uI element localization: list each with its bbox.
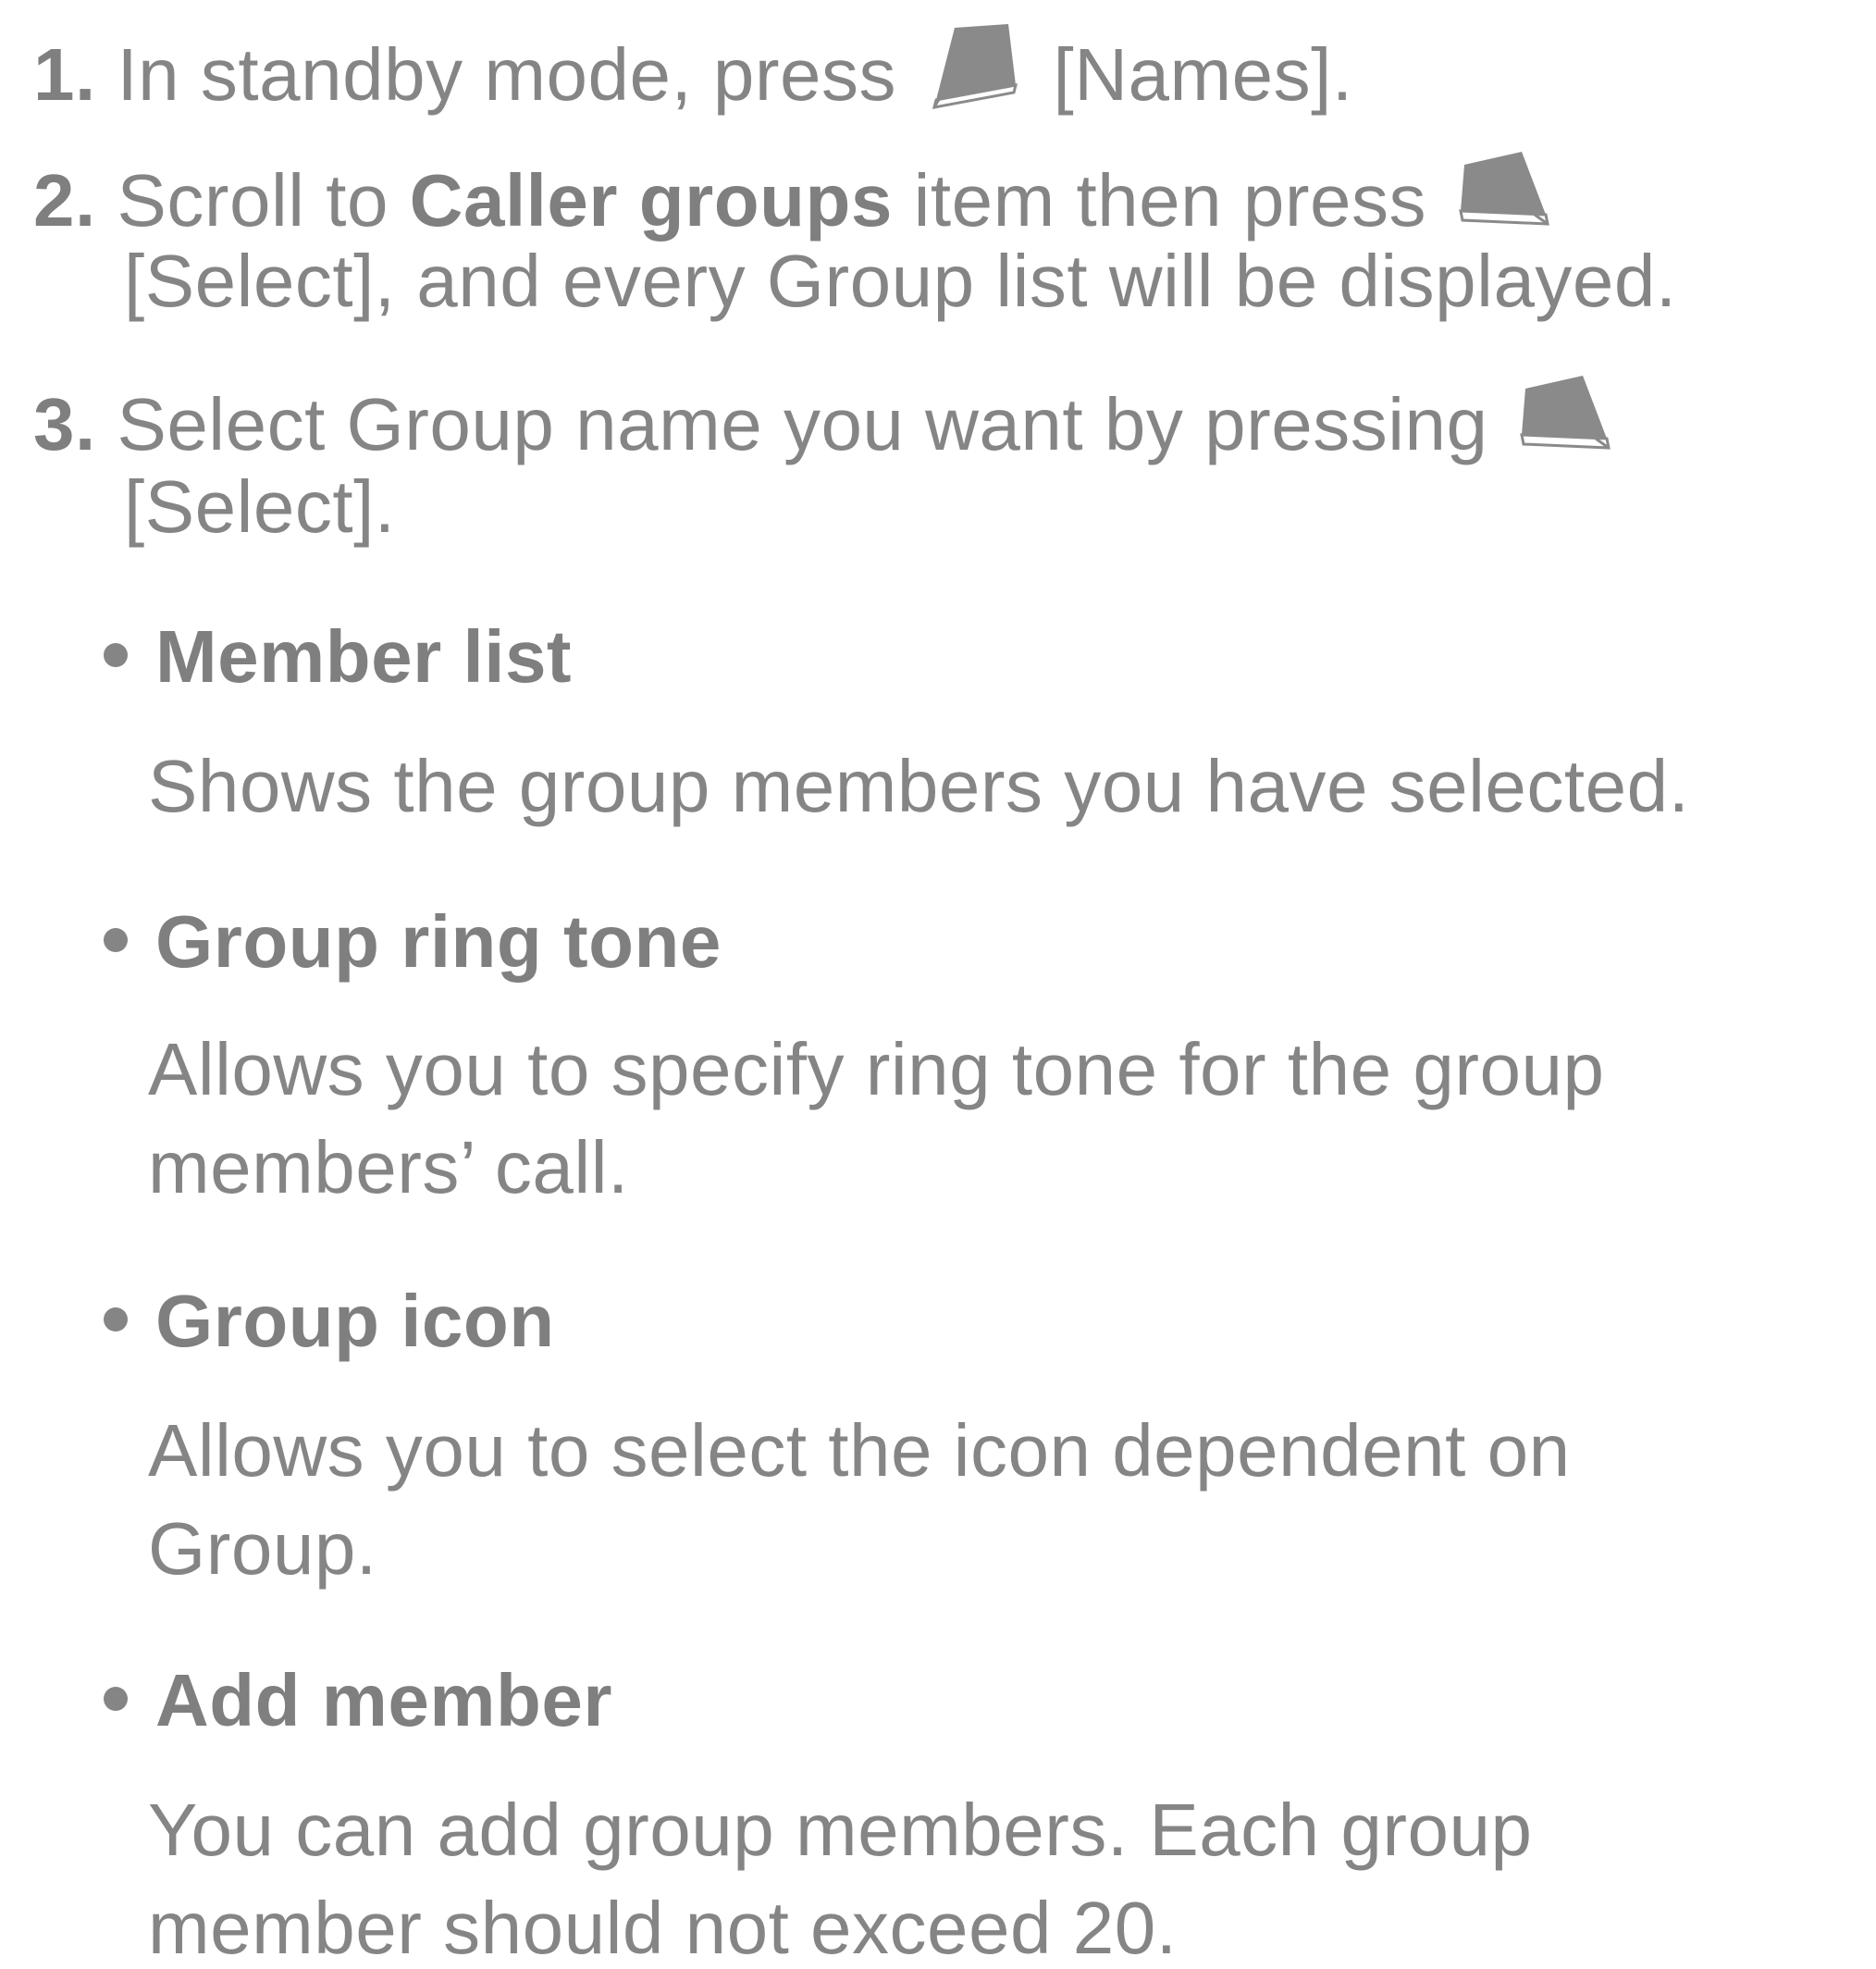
step-number: 1. [33, 33, 96, 116]
option-title: Member list [155, 615, 573, 698]
step-text: Select Group name you want by pressing [117, 383, 1488, 465]
option-desc-group-ring-tone-2: members’ call. [148, 1131, 629, 1205]
bullet-icon [104, 643, 128, 667]
step-3: 3. Select Group name you want by pressin… [33, 370, 1623, 463]
option-title-group-ring-tone: Group ring tone [104, 905, 722, 979]
option-desc-line: Shows the group members you have selecte… [148, 745, 1690, 827]
step-text: Scroll to [117, 159, 389, 241]
option-desc-member-list: Shows the group members you have selecte… [148, 749, 1689, 824]
bullet-icon [104, 928, 128, 952]
option-title-group-icon: Group icon [104, 1284, 555, 1358]
step-text-after: item then press [913, 159, 1426, 241]
option-desc-line: member should not exceed 20. [148, 1887, 1178, 1969]
option-desc-group-ring-tone: Allows you to specify ring tone for the … [148, 1033, 1604, 1107]
option-title: Group icon [155, 1280, 555, 1362]
option-desc-line: Allows you to select the icon dependent … [148, 1409, 1571, 1492]
bullet-icon [104, 1307, 128, 1331]
step-text: In standby mode, press [117, 33, 897, 116]
step-3-continued: [Select]. [124, 470, 396, 544]
step-text: [Select]. [124, 465, 396, 548]
option-desc-group-icon: Allows you to select the icon dependent … [148, 1414, 1571, 1488]
step-text: [Select], and every Group list will be d… [124, 240, 1677, 322]
option-desc-group-icon-2: Group. [148, 1512, 377, 1586]
option-desc-add-member-2: member should not exceed 20. [148, 1891, 1177, 1965]
option-title-add-member: Add member [104, 1664, 612, 1738]
step-2: 2. Scroll to Caller groups item then pre… [33, 146, 1562, 239]
option-desc-add-member: You can add group members. Each group [148, 1793, 1533, 1867]
step-text-after: [Names]. [1053, 33, 1353, 116]
step-1: 1. In standby mode, press [Names]. [33, 20, 1353, 113]
step-number: 2. [33, 159, 96, 241]
menu-item-name: Caller groups [409, 159, 893, 241]
option-title-member-list: Member list [104, 620, 572, 694]
option-desc-line: Allows you to specify ring tone for the … [148, 1028, 1605, 1110]
option-desc-line: Group. [148, 1507, 377, 1590]
bullet-icon [104, 1687, 128, 1711]
option-title: Add member [155, 1659, 612, 1741]
step-2-continued: [Select], and every Group list will be d… [124, 244, 1677, 318]
step-number: 3. [33, 383, 96, 465]
left-softkey-icon [927, 20, 1019, 113]
option-desc-line: members’ call. [148, 1126, 629, 1208]
option-desc-line: You can add group members. Each group [148, 1789, 1533, 1871]
right-softkey-icon [1518, 370, 1611, 463]
right-softkey-icon [1457, 146, 1549, 239]
option-title: Group ring tone [155, 900, 722, 983]
